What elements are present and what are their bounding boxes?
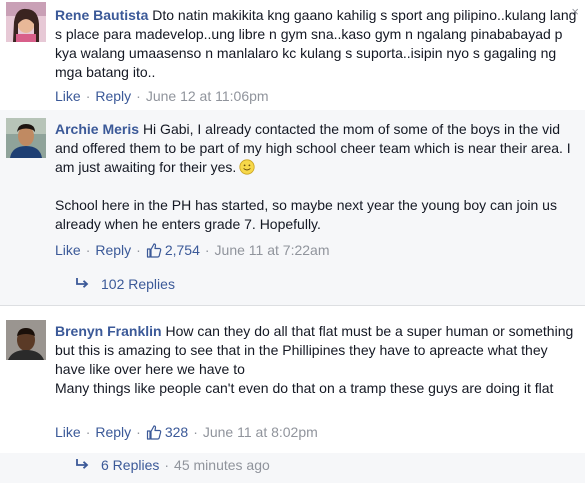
like-button[interactable]: Like: [55, 88, 81, 104]
replies-count-link[interactable]: 102 Replies: [101, 276, 175, 292]
replies-count-link[interactable]: 6 Replies: [101, 457, 159, 473]
comment-timestamp[interactable]: June 11 at 7:22am: [215, 242, 330, 258]
avatar[interactable]: [6, 2, 46, 42]
avatar[interactable]: [6, 118, 46, 158]
separator: ·: [85, 88, 91, 104]
separator: ·: [204, 242, 210, 258]
comment-text-paragraph-2: Many things like people can't even do th…: [55, 380, 554, 396]
like-count-value: 328: [164, 424, 189, 440]
smiley-emoji-icon: [239, 159, 255, 175]
replies-timestamp[interactable]: 45 minutes ago: [174, 457, 270, 473]
comment-body: Rene Bautista Dto natin makikita kng gaa…: [55, 6, 577, 82]
like-button[interactable]: Like: [55, 424, 81, 440]
view-replies-link[interactable]: 102 Replies: [75, 276, 175, 292]
separator: ·: [193, 424, 198, 440]
thumbs-up-icon: [146, 243, 162, 258]
reply-arrow-icon: [75, 457, 89, 473]
comment-actions: Like · Reply · 2,754 · June 11 at 7:22am: [55, 242, 329, 258]
reply-button[interactable]: Reply: [95, 242, 131, 258]
comment-2: Archie Meris Hi Gabi, I already contacte…: [0, 110, 585, 265]
separator: ·: [136, 242, 141, 258]
comment-body: Archie Meris Hi Gabi, I already contacte…: [55, 120, 577, 234]
comment-actions: Like · Reply · June 12 at 11:06pm: [55, 88, 269, 104]
like-count-value: 2,754: [164, 242, 200, 258]
separator: ·: [85, 242, 91, 258]
reply-arrow-icon: [75, 276, 89, 292]
comment-3: Brenyn Franklin How can they do all that…: [0, 305, 585, 454]
comment-actions: Like · Reply · 328 · June 11 at 8:02pm: [55, 424, 318, 440]
view-replies-link[interactable]: 6 Replies · 45 minutes ago: [75, 457, 270, 473]
comment-timestamp[interactable]: June 11 at 8:02pm: [203, 424, 318, 440]
comment-body: Brenyn Franklin How can they do all that…: [55, 322, 577, 398]
comment-1: × Rene Bautista Dto natin makikita kng g…: [0, 0, 585, 111]
separator: ·: [85, 424, 91, 440]
thumbs-up-icon: [146, 425, 162, 440]
comment-author[interactable]: Rene Bautista: [55, 7, 148, 23]
comment-author[interactable]: Brenyn Franklin: [55, 323, 162, 339]
separator: ·: [136, 424, 141, 440]
comment-text-paragraph-2: School here in the PH has started, so ma…: [55, 197, 561, 232]
like-count[interactable]: 2,754: [146, 242, 200, 258]
separator: ·: [136, 88, 141, 104]
reply-button[interactable]: Reply: [95, 424, 131, 440]
like-button[interactable]: Like: [55, 242, 81, 258]
comment-timestamp[interactable]: June 12 at 11:06pm: [146, 88, 269, 104]
avatar[interactable]: [6, 320, 46, 360]
separator: ·: [164, 457, 170, 473]
comment-author[interactable]: Archie Meris: [55, 121, 139, 137]
like-count[interactable]: 328: [146, 424, 188, 440]
reply-button[interactable]: Reply: [95, 88, 131, 104]
